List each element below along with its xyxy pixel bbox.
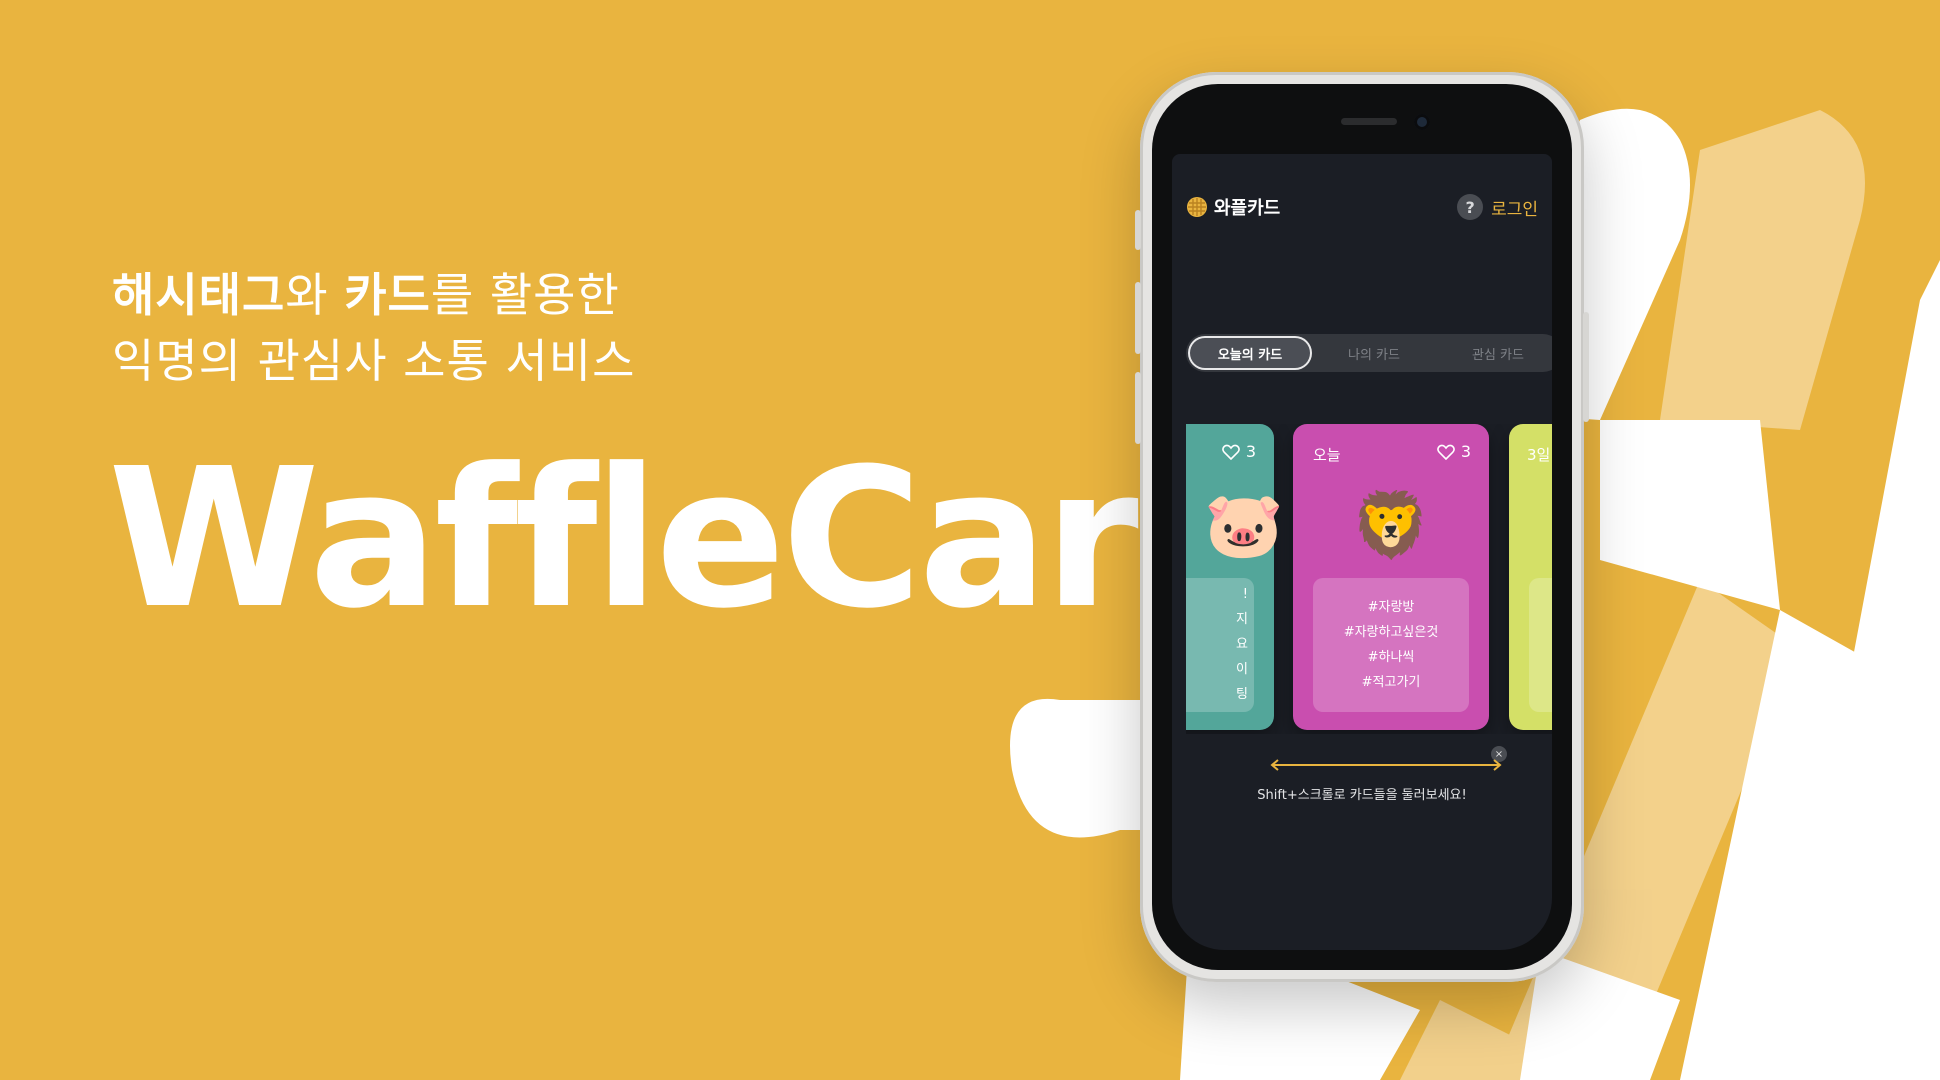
card-hashtags: #자랑방 #자랑하고싶은것 #하나씩 #적고가기 — [1313, 578, 1469, 712]
waffle-logo-icon — [1187, 197, 1207, 217]
card-likes[interactable]: 3 — [1436, 442, 1471, 461]
card-carousel[interactable]: 3 🐷 ! 지 요 이 팅 오늘 3 🦁 #자랑방 #자랑하고싶은것 #하나씩 … — [1186, 424, 1552, 734]
hashtag[interactable]: 팅 — [1236, 687, 1248, 703]
hashtag[interactable]: 지 — [1236, 612, 1248, 628]
horizontal-scroll-arrow-icon — [1270, 759, 1502, 771]
app-title: 와플카드 — [1214, 198, 1281, 219]
card-date: 3일 — [1527, 446, 1551, 464]
phone-volume-up — [1135, 282, 1141, 354]
tab-todays-cards[interactable]: 오늘의 카드 — [1188, 336, 1312, 370]
scroll-hint-text: Shift+스크롤로 카드들을 둘러보세요! — [1257, 788, 1467, 803]
card-likes-count: 3 — [1245, 442, 1256, 461]
heart-icon — [1436, 444, 1455, 460]
card-date: 오늘 — [1313, 446, 1341, 464]
card-likes[interactable]: 3 — [1221, 442, 1256, 461]
card-today[interactable]: 오늘 3 🦁 #자랑방 #자랑하고싶은것 #하나씩 #적고가기 — [1293, 424, 1489, 730]
card-likes-count: 3 — [1460, 442, 1471, 461]
card-emoji: 🦁 — [1351, 489, 1431, 563]
card-emoji: 🐷 — [1204, 489, 1284, 563]
tagline-connector: 와 — [285, 268, 345, 322]
hashtag[interactable]: #적고가기 — [1362, 675, 1421, 691]
card-previous[interactable]: 3 🐷 ! 지 요 이 팅 — [1186, 424, 1284, 730]
tagline-keyword-hashtag: 해시태그 — [112, 268, 286, 322]
hashtag[interactable]: ! — [1243, 587, 1248, 603]
phone-volume-down — [1135, 372, 1141, 444]
phone-bezel: 와플카드 ? 로그인 오늘의 카드 나의 카드 관심 카드 3 � — [1152, 84, 1572, 970]
header-actions: ? 로그인 — [1457, 194, 1538, 220]
app-header: 와플카드 ? 로그인 — [1186, 192, 1538, 222]
hashtag[interactable]: #자랑방 — [1368, 600, 1415, 616]
tab-my-cards[interactable]: 나의 카드 — [1312, 336, 1436, 370]
hashtag[interactable]: #하나씩 — [1368, 650, 1415, 666]
camera-icon — [1414, 114, 1430, 130]
phone-speaker — [1341, 118, 1397, 125]
card-hashtags: ! 지 요 이 팅 — [1186, 578, 1254, 712]
login-link[interactable]: 로그인 — [1491, 195, 1538, 220]
hashtag[interactable]: #자랑하고싶은것 — [1344, 625, 1439, 641]
brand-wordmark: WaffleCard — [108, 428, 1272, 651]
help-icon[interactable]: ? — [1457, 194, 1484, 220]
card-next[interactable]: 3일 — [1509, 424, 1552, 730]
tab-interest-cards[interactable]: 관심 카드 — [1436, 336, 1552, 370]
card-hashtags — [1529, 578, 1552, 712]
app-logo[interactable]: 와플카드 — [1186, 194, 1280, 220]
tagline-rest: 를 활용한 — [430, 268, 620, 322]
card-tabs: 오늘의 카드 나의 카드 관심 카드 — [1186, 334, 1552, 372]
hashtag[interactable]: 요 — [1236, 637, 1248, 653]
tagline-line-2: 익명의 관심사 소통 서비스 — [112, 334, 636, 388]
app-screen: 와플카드 ? 로그인 오늘의 카드 나의 카드 관심 카드 3 � — [1172, 154, 1552, 950]
phone-mute-switch — [1135, 210, 1141, 250]
hero-tagline: 해시태그와 카드를 활용한 익명의 관심사 소통 서비스 — [112, 262, 635, 394]
tagline-keyword-card: 카드 — [344, 268, 431, 322]
heart-icon — [1221, 444, 1240, 460]
phone-mockup: 와플카드 ? 로그인 오늘의 카드 나의 카드 관심 카드 3 � — [1135, 72, 1589, 982]
phone-power-button — [1583, 312, 1589, 422]
hashtag[interactable]: 이 — [1236, 662, 1248, 678]
tagline-line-1: 해시태그와 카드를 활용한 — [112, 262, 635, 328]
